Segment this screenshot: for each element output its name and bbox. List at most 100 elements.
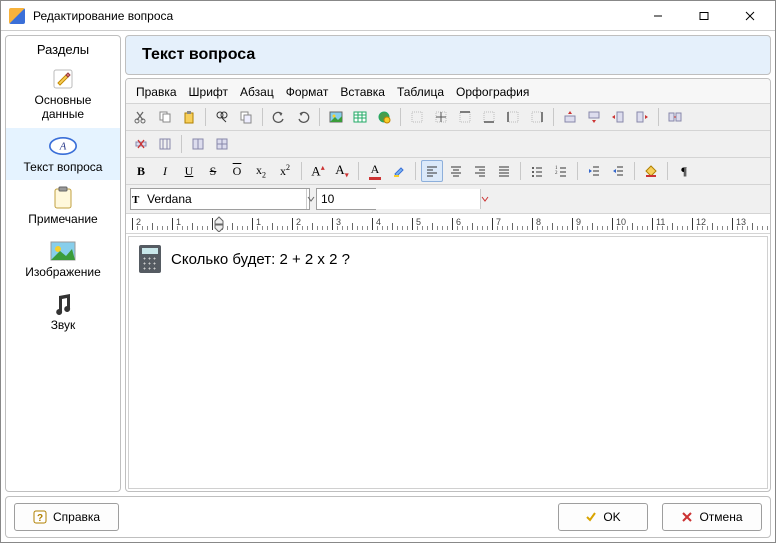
check-icon bbox=[585, 511, 597, 523]
align-left-button[interactable] bbox=[421, 160, 443, 182]
menu-font[interactable]: Шрифт bbox=[183, 83, 234, 101]
split-cell-button[interactable] bbox=[187, 133, 209, 155]
table-properties-button[interactable] bbox=[211, 133, 233, 155]
bold-button[interactable]: B bbox=[130, 160, 152, 182]
menu-bar: Правка Шрифт Абзац Формат Вставка Таблиц… bbox=[126, 79, 770, 104]
font-color-button[interactable]: A bbox=[364, 160, 386, 182]
ok-button[interactable]: OK bbox=[558, 503, 648, 531]
toolbar-font: T bbox=[126, 185, 770, 214]
copy-button[interactable] bbox=[154, 106, 176, 128]
sidebar-item-note[interactable]: Примечание bbox=[6, 180, 120, 233]
numbered-list-button[interactable]: 12 bbox=[550, 160, 572, 182]
highlight-button[interactable] bbox=[388, 160, 410, 182]
insert-table-button[interactable] bbox=[349, 106, 371, 128]
insert-row-above-button[interactable] bbox=[559, 106, 581, 128]
sidebar: Разделы Основные данные A Текст вопроса bbox=[5, 35, 121, 492]
chevron-down-icon[interactable] bbox=[480, 189, 489, 209]
show-paragraph-button[interactable]: ¶ bbox=[673, 160, 695, 182]
svg-text:?: ? bbox=[37, 513, 43, 524]
align-center-button[interactable] bbox=[445, 160, 467, 182]
insert-object-button[interactable] bbox=[373, 106, 395, 128]
help-label: Справка bbox=[53, 510, 100, 524]
font-size-input[interactable] bbox=[317, 189, 480, 209]
insert-col-right-button[interactable] bbox=[631, 106, 653, 128]
minimize-button[interactable] bbox=[635, 2, 681, 30]
menu-insert[interactable]: Вставка bbox=[334, 83, 391, 101]
fill-color-button[interactable] bbox=[640, 160, 662, 182]
undo-button[interactable] bbox=[268, 106, 290, 128]
menu-table[interactable]: Таблица bbox=[391, 83, 450, 101]
close-button[interactable] bbox=[727, 2, 773, 30]
underline-button[interactable]: U bbox=[178, 160, 200, 182]
title-bar: Редактирование вопроса bbox=[1, 1, 775, 31]
doc-text[interactable]: Сколько будет: 2 + 2 х 2 ? bbox=[171, 251, 350, 268]
sidebar-item-label: Примечание bbox=[28, 213, 97, 227]
paste-button[interactable] bbox=[178, 106, 200, 128]
footer: ? Справка OK Отмена bbox=[5, 496, 771, 538]
border-none-button[interactable] bbox=[406, 106, 428, 128]
music-note-icon bbox=[49, 292, 77, 316]
border-bottom-button[interactable] bbox=[478, 106, 500, 128]
cancel-button[interactable]: Отмена bbox=[662, 503, 762, 531]
replace-button[interactable] bbox=[235, 106, 257, 128]
font-increase-button[interactable]: A▴ bbox=[307, 160, 329, 182]
indent-decrease-button[interactable] bbox=[583, 160, 605, 182]
font-family-input[interactable] bbox=[143, 189, 306, 209]
ok-label: OK bbox=[603, 510, 620, 524]
align-right-button[interactable] bbox=[469, 160, 491, 182]
doc-line: Сколько будет: 2 + 2 х 2 ? bbox=[139, 245, 757, 273]
sidebar-item-image[interactable]: Изображение bbox=[6, 233, 120, 286]
cut-button[interactable] bbox=[130, 106, 152, 128]
align-justify-button[interactable] bbox=[493, 160, 515, 182]
sidebar-item-question-text[interactable]: A Текст вопроса bbox=[6, 128, 120, 181]
help-button[interactable]: ? Справка bbox=[14, 503, 119, 531]
delete-row-button[interactable] bbox=[130, 133, 152, 155]
maximize-button[interactable] bbox=[681, 2, 727, 30]
font-decrease-button[interactable]: A▾ bbox=[331, 160, 353, 182]
sidebar-item-label: Основные данные bbox=[35, 94, 92, 122]
editor-document[interactable]: Сколько будет: 2 + 2 х 2 ? bbox=[128, 236, 768, 489]
menu-spelling[interactable]: Орфография bbox=[450, 83, 535, 101]
overline-button[interactable]: O bbox=[226, 160, 248, 182]
sidebar-item-label: Звук bbox=[51, 319, 76, 333]
indent-increase-button[interactable] bbox=[607, 160, 629, 182]
image-icon bbox=[49, 239, 77, 263]
insert-row-below-button[interactable] bbox=[583, 106, 605, 128]
cancel-label: Отмена bbox=[699, 510, 742, 524]
menu-paragraph[interactable]: Абзац bbox=[234, 83, 280, 101]
merge-cells-button[interactable] bbox=[664, 106, 686, 128]
strikethrough-button[interactable]: S bbox=[202, 160, 224, 182]
bullet-list-button[interactable] bbox=[526, 160, 548, 182]
insert-col-left-button[interactable] bbox=[607, 106, 629, 128]
delete-col-button[interactable] bbox=[154, 133, 176, 155]
border-all-button[interactable] bbox=[430, 106, 452, 128]
section-title: Текст вопроса bbox=[142, 46, 255, 63]
pencil-icon bbox=[49, 67, 77, 91]
border-left-button[interactable] bbox=[502, 106, 524, 128]
redo-button[interactable] bbox=[292, 106, 314, 128]
calculator-icon bbox=[139, 245, 161, 273]
svg-text:2: 2 bbox=[555, 171, 558, 176]
menu-edit[interactable]: Правка bbox=[130, 83, 183, 101]
window: Редактирование вопроса Разделы Основные … bbox=[0, 0, 776, 543]
chevron-down-icon[interactable] bbox=[306, 189, 315, 209]
ruler-indent-marker[interactable] bbox=[214, 216, 224, 234]
clipboard-icon bbox=[49, 186, 77, 210]
toolbar-clipboard bbox=[126, 104, 770, 131]
subscript-button[interactable]: x2 bbox=[250, 160, 272, 182]
font-size-combo[interactable] bbox=[316, 188, 376, 210]
section-header: Текст вопроса bbox=[125, 35, 771, 75]
sidebar-item-sound[interactable]: Звук bbox=[6, 286, 120, 339]
menu-format[interactable]: Формат bbox=[280, 83, 335, 101]
border-right-button[interactable] bbox=[526, 106, 548, 128]
font-family-combo[interactable]: T bbox=[130, 188, 310, 210]
insert-image-button[interactable] bbox=[325, 106, 347, 128]
sidebar-item-main-data[interactable]: Основные данные bbox=[6, 61, 120, 128]
border-top-button[interactable] bbox=[454, 106, 476, 128]
italic-button[interactable]: I bbox=[154, 160, 176, 182]
text-icon: A bbox=[49, 134, 77, 158]
find-button[interactable] bbox=[211, 106, 233, 128]
editor-panel: Правка Шрифт Абзац Формат Вставка Таблиц… bbox=[125, 78, 771, 492]
ruler[interactable]: 211234567891011121314 bbox=[126, 214, 770, 234]
superscript-button[interactable]: x2 bbox=[274, 160, 296, 182]
